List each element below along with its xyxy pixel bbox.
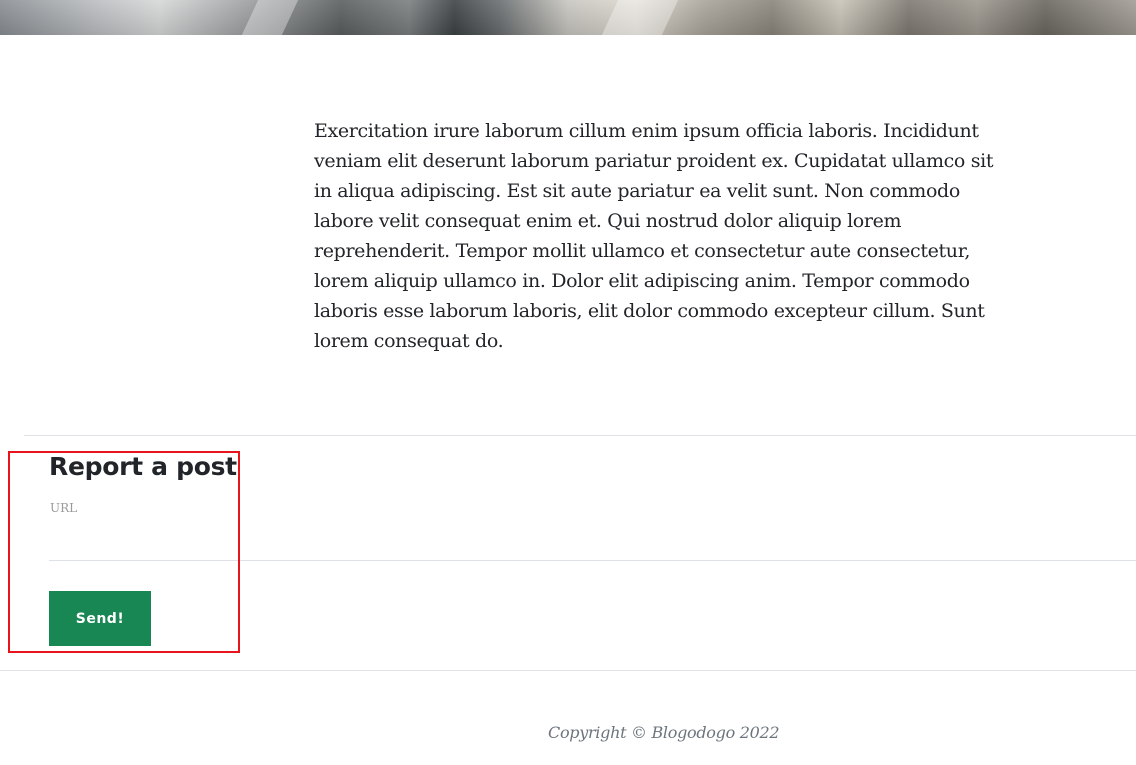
- footer-divider: [0, 670, 1136, 671]
- send-button[interactable]: Send!: [49, 591, 151, 646]
- footer-copyright: Copyright © Blogodogo 2022: [548, 723, 780, 742]
- url-input[interactable]: [49, 520, 1136, 561]
- url-field-label: URL: [50, 501, 78, 515]
- article-body: Exercitation irure laborum cillum enim i…: [314, 120, 994, 352]
- hero-image: [0, 0, 1136, 35]
- hero-image-shade: [0, 0, 1136, 35]
- report-form-title: Report a post: [49, 452, 237, 481]
- section-divider: [24, 435, 1136, 436]
